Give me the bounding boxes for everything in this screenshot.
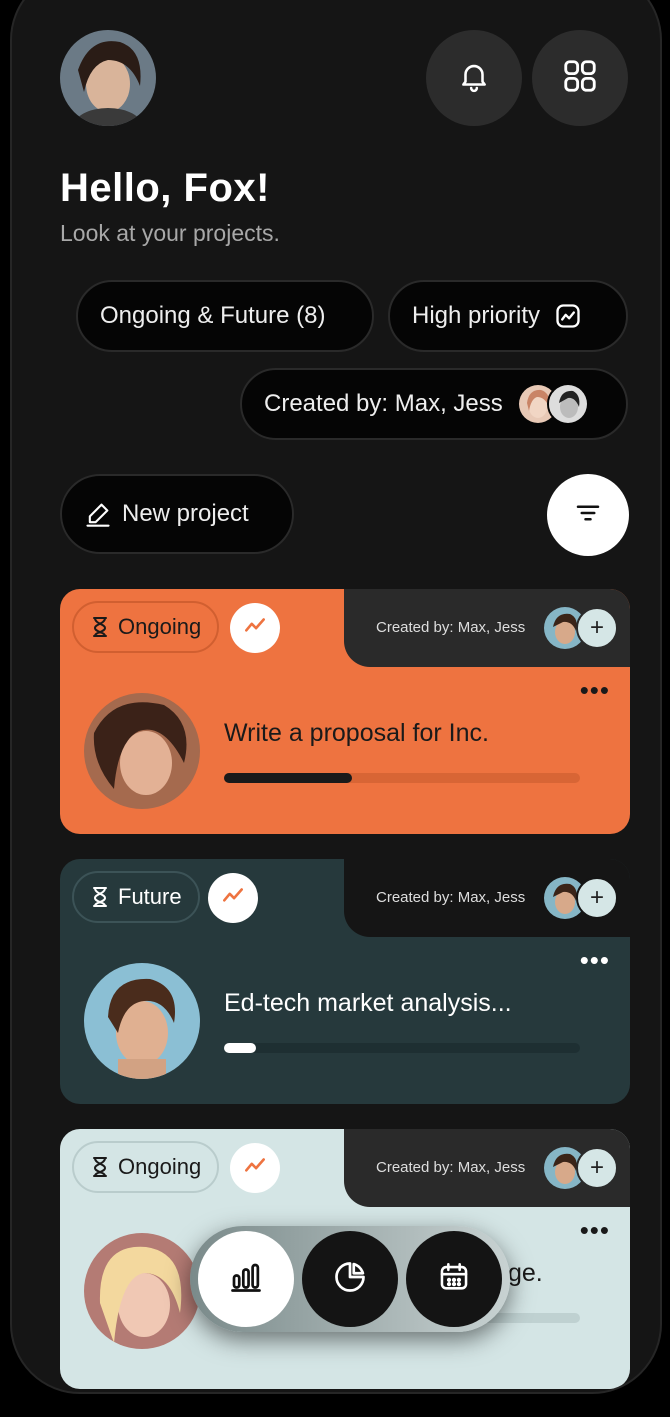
trend-icon — [220, 883, 246, 914]
nav-stats[interactable] — [198, 1231, 294, 1327]
trend-icon — [242, 613, 268, 644]
card-owner-avatar — [84, 693, 200, 809]
card-owner-avatar — [84, 1233, 200, 1349]
filter-button[interactable] — [547, 474, 629, 556]
avatar-jess — [546, 383, 589, 425]
new-project-label: New project — [122, 500, 249, 527]
phone-frame: Hello, Fox! Look at your projects. Ongoi… — [10, 0, 662, 1394]
status-chip: Future — [72, 871, 200, 923]
progress-bar — [224, 773, 580, 783]
pencil-icon — [84, 500, 112, 528]
bar-chart-icon — [228, 1259, 264, 1300]
chip-high-priority-label: High priority — [412, 302, 541, 329]
priority-button[interactable] — [230, 603, 280, 653]
trend-icon — [554, 302, 582, 330]
progress-fill — [224, 1043, 257, 1053]
more-options-button[interactable]: ••• — [580, 677, 610, 703]
priority-button[interactable] — [230, 1143, 280, 1193]
greeting-title: Hello, Fox! — [60, 166, 270, 210]
creator-tab: Created by: Max, Jess + — [344, 589, 630, 667]
chip-created-by[interactable]: Created by: Max, Jess — [240, 368, 628, 440]
user-avatar[interactable] — [60, 30, 156, 126]
creator-tab: Created by: Max, Jess + — [344, 859, 630, 937]
chip-high-priority[interactable]: High priority — [388, 280, 628, 352]
more-options-button[interactable]: ••• — [580, 947, 610, 973]
hourglass-icon — [90, 886, 110, 908]
chip-ongoing-future-label: Ongoing & Future (8) — [100, 302, 326, 329]
add-collaborator-button[interactable]: + — [576, 607, 618, 649]
card-created-by: Created by: Max, Jess — [376, 619, 526, 636]
nav-pie[interactable] — [302, 1231, 398, 1327]
creator-tab: Created by: Max, Jess + — [344, 1129, 630, 1207]
status-chip: Ongoing — [72, 1141, 220, 1193]
hourglass-icon — [90, 1156, 110, 1178]
greeting-subtitle: Look at your projects. — [60, 220, 280, 246]
grid-icon — [561, 57, 599, 100]
bottom-nav — [190, 1226, 510, 1332]
new-project-button[interactable]: New project — [60, 474, 294, 554]
project-card[interactable]: Created by: Max, Jess + Ongoing ••• Writ… — [60, 589, 630, 834]
card-title: Write a proposal for Inc. — [224, 719, 489, 747]
card-title: Ed-tech market analysis... — [224, 989, 512, 1017]
status-label: Ongoing — [118, 614, 202, 639]
hourglass-icon — [90, 616, 110, 638]
card-title: ge. — [508, 1259, 543, 1287]
card-owner-avatar — [84, 963, 200, 1079]
status-label: Future — [118, 884, 182, 909]
filter-icon — [573, 498, 603, 533]
nav-calendar[interactable] — [406, 1231, 502, 1327]
chip-created-by-label: Created by: Max, Jess — [264, 390, 503, 417]
progress-fill — [224, 773, 353, 783]
priority-button[interactable] — [208, 873, 258, 923]
card-created-by: Created by: Max, Jess — [376, 889, 526, 906]
project-card[interactable]: Created by: Max, Jess + Future ••• Ed-te… — [60, 859, 630, 1104]
trend-icon — [242, 1153, 268, 1184]
chip-ongoing-future[interactable]: Ongoing & Future (8) — [76, 280, 374, 352]
status-chip: Ongoing — [72, 601, 220, 653]
add-collaborator-button[interactable]: + — [576, 1147, 618, 1189]
calendar-icon — [437, 1260, 471, 1299]
status-label: Ongoing — [118, 1154, 202, 1179]
pie-chart-icon — [332, 1259, 368, 1300]
notifications-button[interactable] — [426, 30, 522, 126]
progress-bar — [224, 1043, 580, 1053]
apps-button[interactable] — [532, 30, 628, 126]
add-collaborator-button[interactable]: + — [576, 877, 618, 919]
card-created-by: Created by: Max, Jess — [376, 1159, 526, 1176]
bell-icon — [457, 59, 491, 98]
more-options-button[interactable]: ••• — [580, 1217, 610, 1243]
